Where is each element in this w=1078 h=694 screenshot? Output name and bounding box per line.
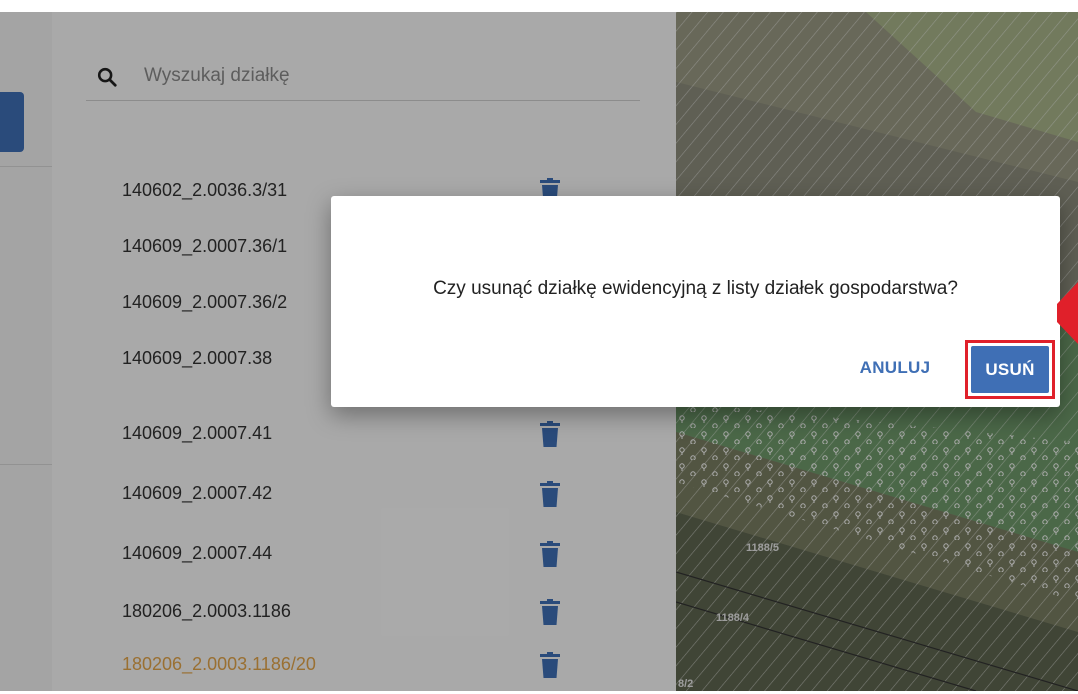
confirm-delete-button[interactable]: USUŃ: [971, 346, 1049, 393]
cancel-button[interactable]: ANULUJ: [841, 348, 949, 388]
confirm-delete-dialog: Czy usunąć działkę ewidencyjną z listy d…: [331, 196, 1060, 407]
dialog-message: Czy usunąć działkę ewidencyjną z listy d…: [433, 278, 958, 299]
annotation-arrow-icon: [1057, 282, 1078, 344]
top-caption: [0, 0, 1078, 12]
